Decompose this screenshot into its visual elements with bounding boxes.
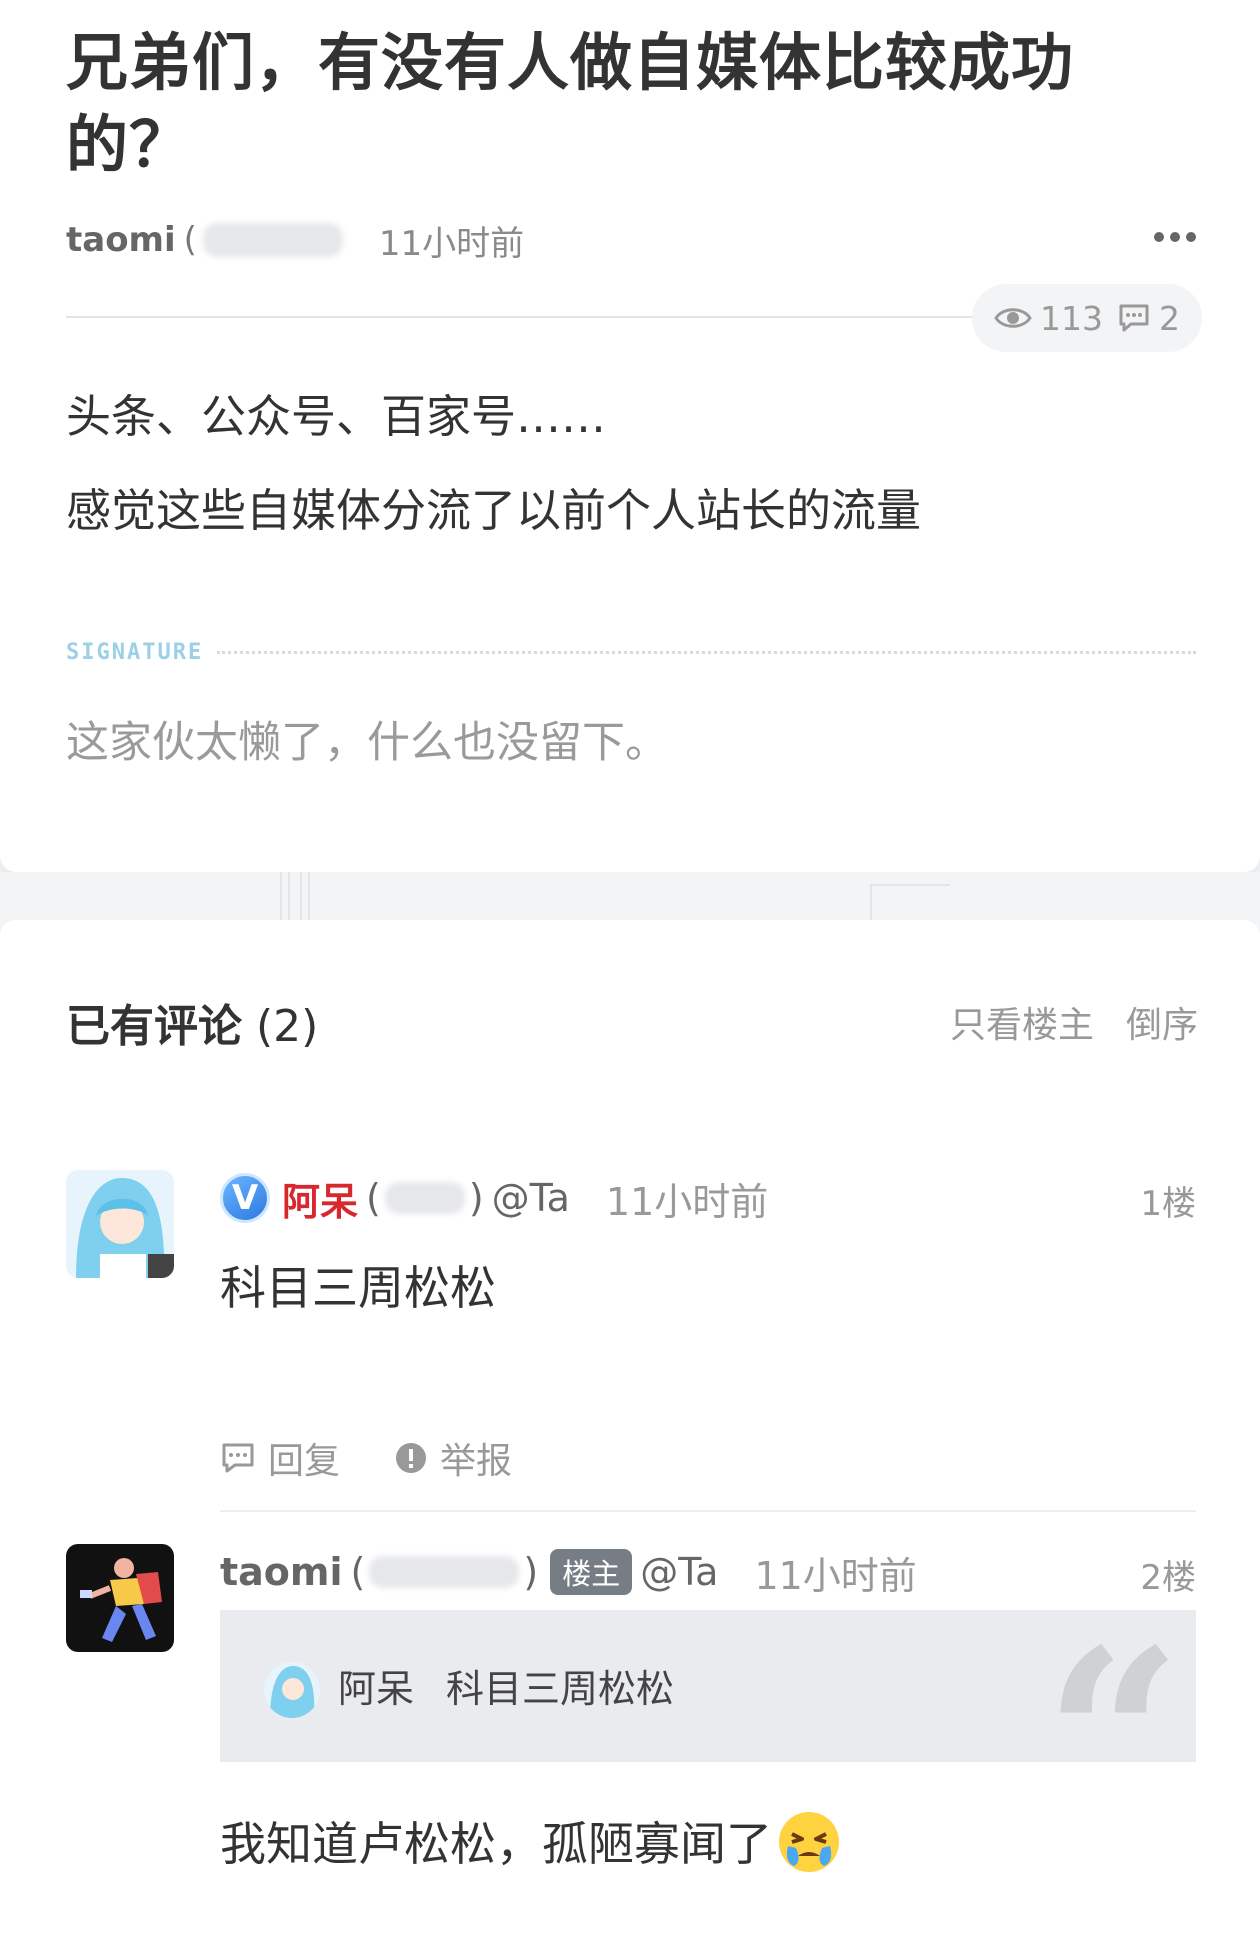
comment-author[interactable]: 阿呆 <box>282 1171 358 1226</box>
signature-label: SIGNATURE <box>66 639 204 665</box>
comment-bubble-icon <box>1119 304 1149 332</box>
signature-dash <box>217 650 1196 654</box>
views-stat: 113 <box>994 299 1103 338</box>
post-time: 11小时前 <box>378 223 525 264</box>
report-icon <box>396 1443 427 1473</box>
eye-icon <box>994 308 1032 328</box>
comment-text: 我知道卢松松，孤陋寡闻了 <box>220 1817 772 1871</box>
comments-count: 2 <box>1159 298 1180 338</box>
author-paren-close: ) <box>468 1176 484 1220</box>
post-card: 兄弟们，有没有人做自媒体比较成功的？ taomi ( 11小时前 113 2 头… <box>0 0 1260 872</box>
more-icon[interactable] <box>1154 222 1196 252</box>
reply-label: 回复 <box>268 1441 341 1482</box>
comments-tools: 只看楼主 倒序 <box>950 996 1198 1048</box>
quote-mark-icon: “ <box>1043 1597 1182 1879</box>
blurred-author-id <box>202 223 343 257</box>
comment-item: V 阿呆 ( ) @Ta 11小时前 1楼 科目三周松松 回复 举报 <box>66 1170 1196 1515</box>
blurred-author-id <box>384 1182 465 1214</box>
background-decoration <box>0 872 1260 920</box>
only-op-button[interactable]: 只看楼主 <box>950 996 1094 1048</box>
comments-card: 已有评论 (2) 只看楼主 倒序 V 阿呆 ( ) @Ta 11小时前 1楼 科… <box>0 920 1260 1947</box>
signature-text: 这家伙太懒了，什么也没留下。 <box>66 718 668 768</box>
comment-item: taomi ( ) 楼主 @Ta 11小时前 2楼 阿呆 科目三周松松 “ 我知… <box>66 1544 1196 1944</box>
post-body: 头条、公众号、百家号…… 感觉这些自媒体分流了以前个人站长的流量 <box>66 370 1196 558</box>
report-label: 举报 <box>440 1441 513 1482</box>
views-count: 113 <box>1040 298 1103 338</box>
reply-button[interactable]: 回复 <box>220 1432 340 1484</box>
comment-text: 科目三周松松 <box>220 1261 496 1315</box>
at-author-link[interactable]: @Ta <box>640 1550 718 1594</box>
reply-icon <box>222 1443 254 1473</box>
post-body-line: 头条、公众号、百家号…… <box>66 390 607 443</box>
comment-header: taomi ( ) 楼主 @Ta 11小时前 <box>220 1544 917 1600</box>
comments-stat: 2 <box>1117 299 1180 338</box>
quoted-comment: 阿呆 科目三周松松 “ <box>220 1610 1196 1858</box>
floor-number: 2楼 <box>1140 1558 1196 1598</box>
floor-number: 1楼 <box>1140 1184 1196 1224</box>
post-title: 兄弟们，有没有人做自媒体比较成功的？ <box>66 26 1075 181</box>
comment-body: 我知道卢松松，孤陋寡闻了 <box>220 1806 844 1876</box>
report-button[interactable]: 举报 <box>394 1432 512 1484</box>
author-paren-open: ( <box>366 1176 381 1220</box>
author-paren: ( <box>183 220 197 260</box>
comment-time: 11小时前 <box>605 1179 769 1224</box>
comment-separator <box>220 1510 1196 1512</box>
post-author[interactable]: taomi <box>66 220 176 260</box>
reverse-order-button[interactable]: 倒序 <box>1126 996 1198 1048</box>
author-paren-close: ) <box>523 1550 539 1594</box>
post-stats: 113 2 <box>972 284 1202 352</box>
comment-actions: 回复 举报 <box>220 1432 512 1484</box>
comments-title: 已有评论 <box>66 1001 242 1052</box>
post-body-line: 感觉这些自媒体分流了以前个人站长的流量 <box>66 484 922 537</box>
avatar[interactable] <box>66 1544 174 1652</box>
author-paren-open: ( <box>350 1550 366 1594</box>
comment-author[interactable]: taomi <box>220 1550 343 1594</box>
signature-divider: SIGNATURE <box>66 636 1196 668</box>
quote-avatar <box>264 1662 320 1718</box>
quote-text: 科目三周松松 <box>446 1667 675 1711</box>
op-badge: 楼主 <box>550 1549 633 1595</box>
blurred-author-id <box>369 1556 520 1588</box>
comments-heading: 已有评论 (2) <box>66 990 318 1054</box>
at-author-link[interactable]: @Ta <box>492 1176 570 1220</box>
comment-time: 11小时前 <box>754 1553 917 1598</box>
comments-total: (2) <box>256 1001 319 1052</box>
verified-icon: V <box>220 1173 270 1223</box>
crying-emoji-icon <box>779 1812 839 1872</box>
title-divider <box>66 316 996 318</box>
post-meta: taomi ( 11小时前 <box>66 216 524 264</box>
comment-header: V 阿呆 ( ) @Ta 11小时前 <box>220 1170 768 1226</box>
quote-author: 阿呆 <box>338 1667 415 1711</box>
avatar[interactable] <box>66 1170 174 1278</box>
